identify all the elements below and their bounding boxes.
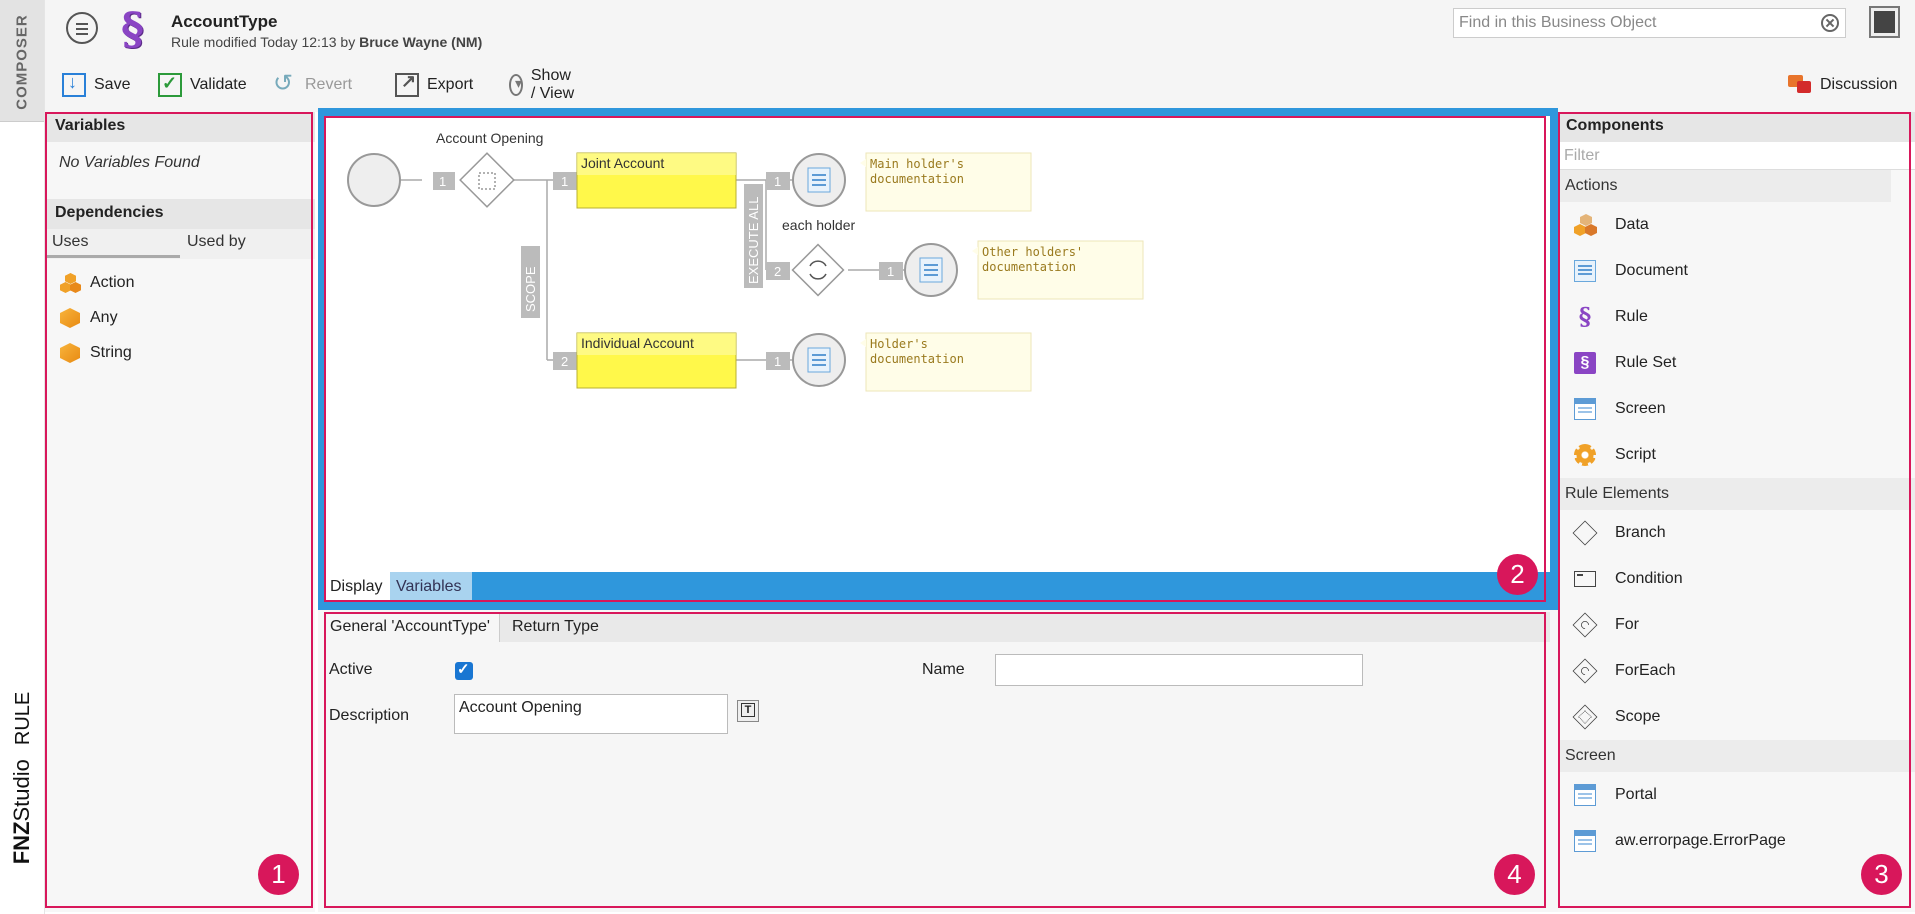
export-button[interactable]: Export: [395, 70, 473, 100]
panel-badge-2: 2: [1497, 554, 1538, 595]
show-view-label: Show / View: [530, 67, 575, 102]
page-title: AccountType: [171, 12, 278, 31]
panel-highlight-2: [324, 116, 1546, 602]
modified-info: Rule modified Today 12:13 by Bruce Wayne…: [171, 34, 482, 50]
panel-highlight-1: [45, 112, 313, 908]
panel-highlight-4: [324, 612, 1546, 908]
discussion-label: Discussion: [1820, 76, 1898, 93]
brand-logo: FNZStudio RULE: [9, 692, 35, 865]
revert-label: Revert: [305, 76, 353, 93]
panel-highlight-3: [1558, 112, 1911, 908]
clear-search-icon[interactable]: [1821, 14, 1839, 32]
search-box: [1453, 8, 1846, 38]
revert-button[interactable]: Revert: [273, 69, 353, 100]
show-view-button[interactable]: Show / View: [509, 67, 579, 102]
header: § AccountType Rule modified Today 12:13 …: [45, 0, 1915, 112]
revert-icon: [273, 69, 297, 98]
discussion-button[interactable]: Discussion: [1788, 70, 1897, 100]
save-button[interactable]: Save: [62, 70, 130, 100]
validate-button[interactable]: Validate: [158, 70, 247, 100]
export-icon: [395, 71, 419, 97]
chevron-down-icon: [509, 74, 523, 96]
panel-badge-4: 4: [1494, 854, 1535, 895]
modified-prefix: Rule modified Today 12:13 by: [171, 34, 360, 50]
rule-composer-page: COMPOSER FNZStudio RULE § AccountType Rul…: [0, 0, 1915, 914]
side-strip: COMPOSER FNZStudio RULE: [0, 0, 45, 914]
brand-rule: RULE: [12, 691, 34, 746]
save-label: Save: [94, 76, 131, 93]
brand-studio: Studio: [9, 759, 34, 822]
modified-by: Bruce Wayne (NM): [359, 34, 483, 50]
panel-badge-1: 1: [258, 854, 299, 895]
search-input[interactable]: [1454, 9, 1794, 37]
brand-fnz: FNZ: [9, 821, 34, 865]
menu-icon[interactable]: [66, 12, 98, 44]
composer-label: COMPOSER: [13, 14, 31, 110]
validate-label: Validate: [190, 76, 247, 93]
panel-badge-3: 3: [1861, 854, 1902, 895]
composer-tab[interactable]: COMPOSER: [0, 0, 44, 122]
discussion-icon: [1788, 73, 1812, 97]
export-label: Export: [427, 76, 474, 93]
window-toggle-button[interactable]: [1869, 6, 1900, 38]
save-icon: [62, 72, 86, 97]
rule-logo-icon: §: [121, 4, 145, 55]
validate-icon: [158, 73, 182, 97]
